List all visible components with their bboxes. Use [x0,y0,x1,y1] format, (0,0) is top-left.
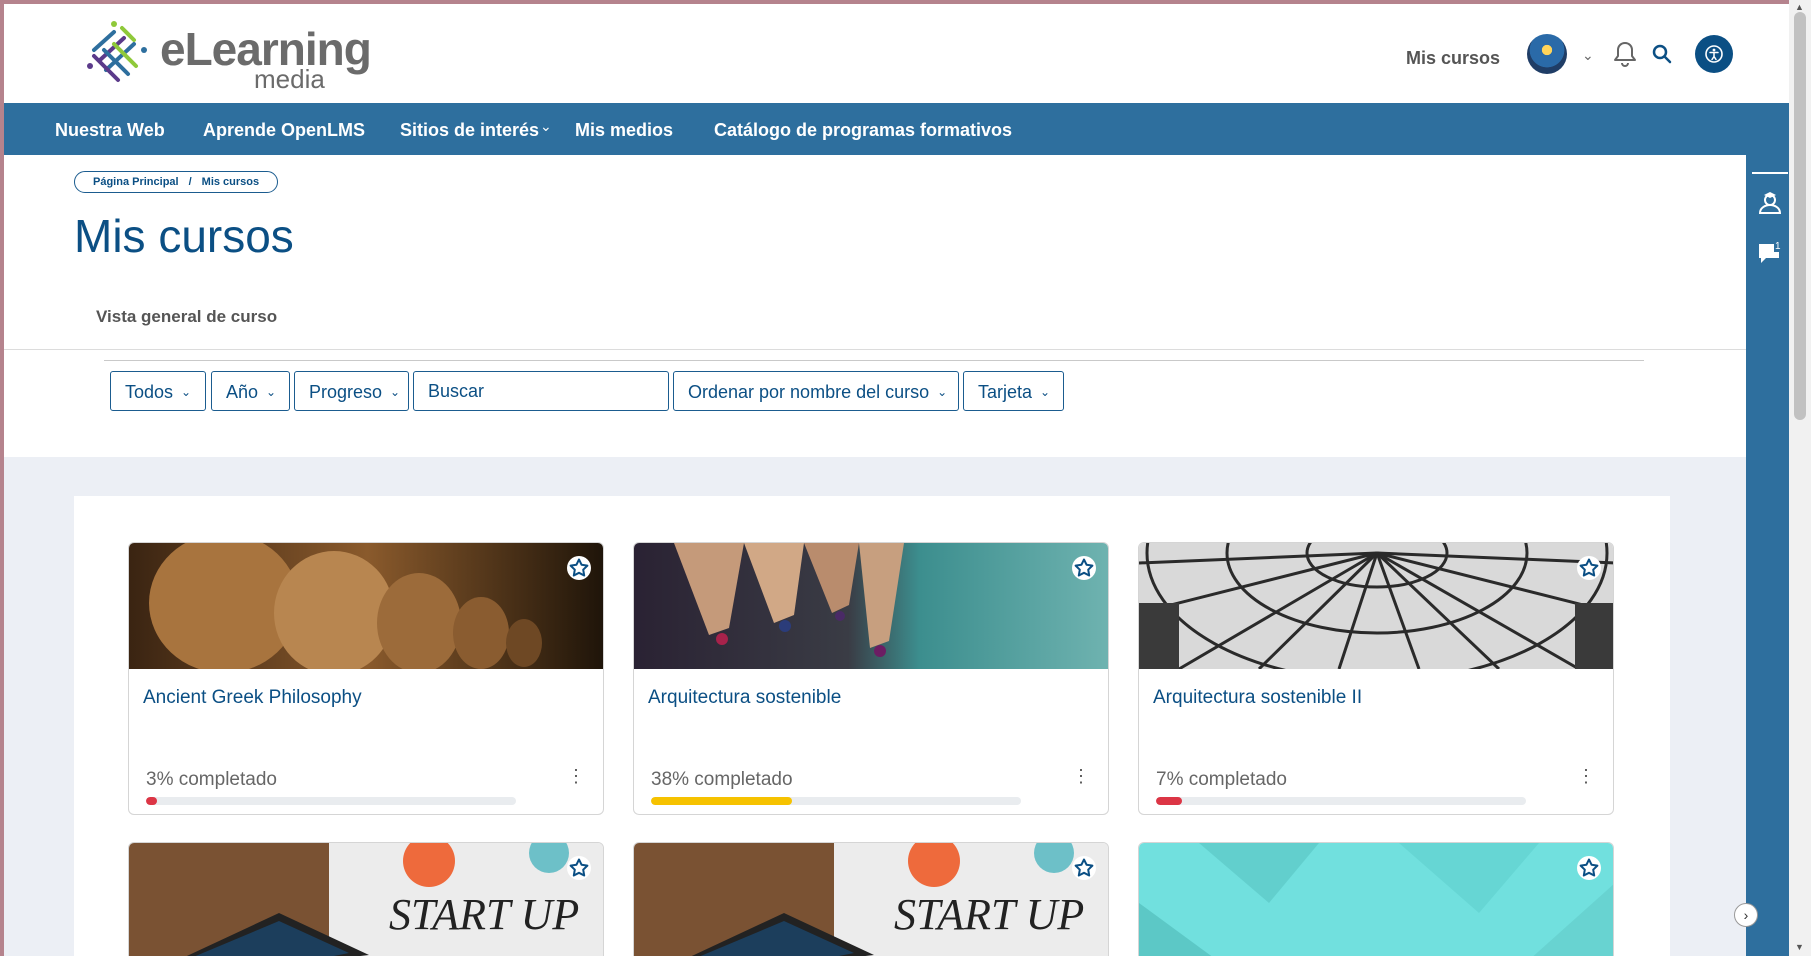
progress-bar [146,797,516,805]
course-image[interactable] [1139,543,1614,669]
search-icon[interactable] [1652,44,1672,64]
image-text: START UP [389,890,579,939]
section-heading: Vista general de curso [96,307,278,326]
page-title: Mis cursos [74,210,294,262]
progress-label: Progreso [309,382,383,402]
progress-fill [1156,797,1182,805]
scroll-down-icon[interactable]: ▼ [1795,942,1804,952]
course-title[interactable]: Ancient Greek Philosophy [143,687,362,709]
chevron-down-icon[interactable]: ⌄ [540,118,552,135]
breadcrumb-current[interactable]: Mis cursos [202,176,259,188]
star-icon[interactable] [1577,856,1601,880]
chevron-right-icon[interactable]: › [1734,903,1758,927]
sort-dropdown[interactable]: Ordenar por nombre del curso ⌄ [673,371,959,411]
nav-item-sitios-de-interes[interactable]: Sitios de interés [400,120,539,141]
breadcrumb-separator: / [188,176,192,188]
page-content: Página Principal / Mis cursos Mis cursos V… [4,155,1746,956]
star-icon[interactable] [567,556,591,580]
year-dropdown[interactable]: Año ⌄ [211,371,290,411]
messages-badge: 1 [1774,241,1782,252]
nav-item-mis-medios[interactable]: Mis medios [575,120,673,141]
top-header: eLearning media Mis cursos ⌄ [4,4,1793,103]
accessibility-button[interactable] [1695,35,1733,73]
main-navigation: Nuestra Web Aprende OpenLMS Sitios de in… [4,103,1793,155]
course-card[interactable]: START UP [128,842,604,956]
star-icon[interactable] [1072,856,1096,880]
progress-dropdown[interactable]: Progreso ⌄ [294,371,409,411]
nav-item-catalogo[interactable]: Catálogo de programas formativos [714,120,1012,141]
course-card[interactable] [1138,842,1614,956]
progress-text: 38% completado [651,769,793,790]
my-courses-link[interactable]: Mis cursos [1406,48,1500,69]
year-label: Año [226,382,259,402]
avatar[interactable] [1527,34,1567,74]
browser-viewport: eLearning media Mis cursos ⌄ Nuestra Web… [4,4,1793,956]
course-image[interactable] [129,543,604,669]
progress-text: 7% completado [1156,769,1287,790]
star-icon[interactable] [1577,556,1601,580]
chevron-down-icon[interactable]: ⌄ [1582,47,1594,64]
star-icon[interactable] [567,856,591,880]
course-card[interactable]: Arquitectura sostenible 38% completado ⋮ [633,542,1109,815]
bell-icon[interactable] [1613,41,1637,67]
grouping-dropdown[interactable]: Todos ⌄ [110,371,206,411]
course-menu-icon[interactable]: ⋮ [1072,767,1090,785]
divider [104,360,1644,361]
nav-item-aprende-openlms[interactable]: Aprende OpenLMS [203,120,365,141]
view-dropdown[interactable]: Tarjeta ⌄ [963,371,1064,411]
sort-label: Ordenar por nombre del curso [688,382,930,402]
course-card[interactable]: START UP [633,842,1109,956]
image-text: START UP [894,890,1084,939]
chevron-down-icon: ⌄ [1040,385,1051,399]
breadcrumb-home[interactable]: Página Principal [93,176,179,188]
divider [1752,172,1788,174]
logo-icon [87,21,147,82]
user-cap-icon[interactable] [1757,191,1783,217]
site-logo[interactable]: eLearning media [84,18,372,94]
course-image[interactable]: START UP [129,843,604,956]
progress-bar [1156,797,1526,805]
progress-fill [146,797,158,805]
progress-fill [651,797,792,805]
progress-bar [651,797,1021,805]
view-label: Tarjeta [978,382,1033,402]
chevron-down-icon: ⌄ [390,385,401,399]
progress-text: 3% completado [146,769,277,790]
search-input[interactable] [413,371,669,411]
course-card[interactable]: Arquitectura sostenible II 7% completado… [1138,542,1614,815]
course-image[interactable]: START UP [634,843,1109,956]
nav-item-nuestra-web[interactable]: Nuestra Web [55,120,165,141]
chevron-down-icon: ⌄ [266,385,277,399]
course-menu-icon[interactable]: ⋮ [567,767,585,785]
course-title[interactable]: Arquitectura sostenible II [1153,687,1362,709]
course-card[interactable]: Ancient Greek Philosophy 3% completado ⋮ [128,542,604,815]
star-icon[interactable] [1072,556,1096,580]
course-menu-icon[interactable]: ⋮ [1577,767,1595,785]
course-image[interactable] [1139,843,1614,956]
course-image[interactable] [634,543,1109,669]
courses-panel: Ancient Greek Philosophy 3% completado ⋮ [74,496,1670,956]
chevron-down-icon: ⌄ [181,385,192,399]
breadcrumb: Página Principal / Mis cursos [74,171,279,193]
course-title[interactable]: Arquitectura sostenible [648,687,841,709]
logo-subtext: media [254,64,325,94]
accessibility-icon [1705,45,1723,63]
grouping-label: Todos [125,382,174,402]
divider [4,349,1746,350]
scrollbar-thumb[interactable] [1794,12,1806,420]
right-drawer-rail: 1 › [1734,155,1793,956]
scroll-up-icon[interactable]: ▲ [1795,2,1804,12]
chevron-down-icon: ⌄ [937,385,948,399]
